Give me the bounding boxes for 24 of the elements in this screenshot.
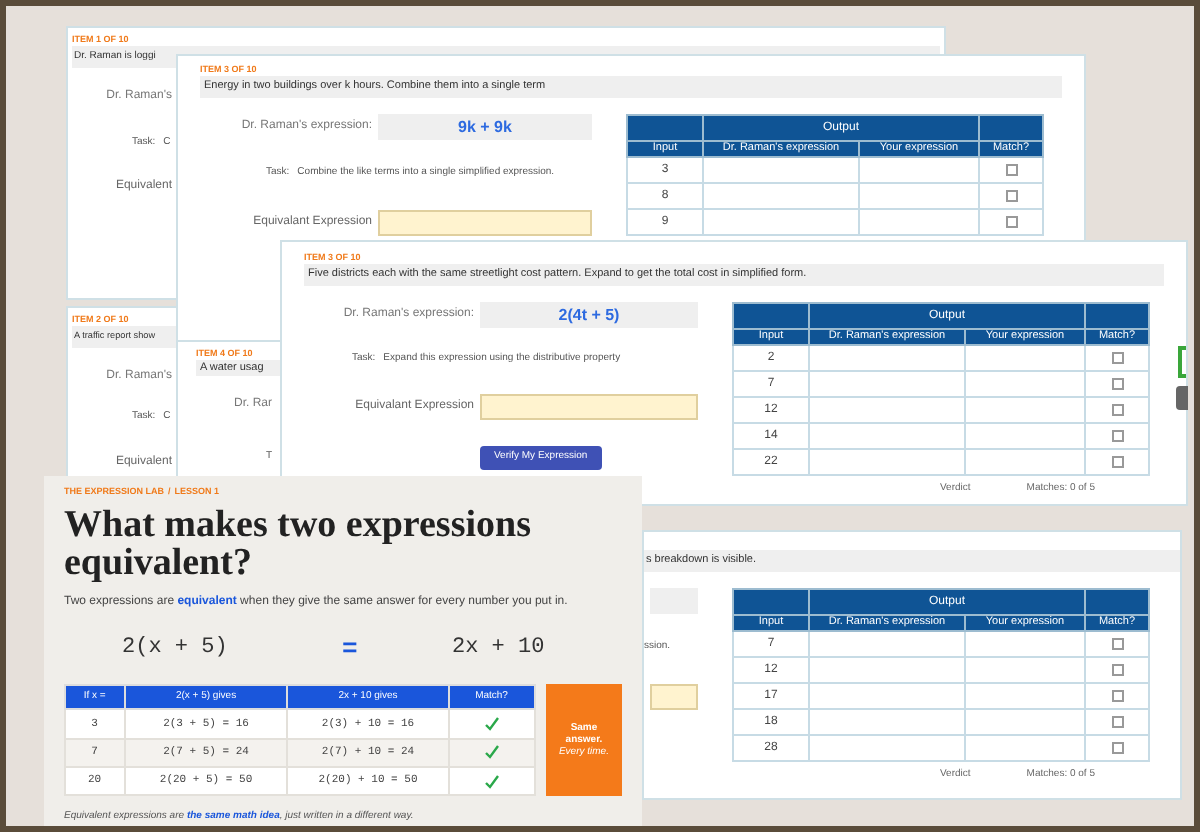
selection-bracket <box>1178 346 1186 378</box>
match-checkbox[interactable] <box>1111 716 1123 728</box>
match-checkbox[interactable] <box>1111 430 1123 442</box>
match-checkbox[interactable] <box>1111 638 1123 650</box>
match-checkbox[interactable] <box>1005 190 1017 202</box>
equation-left: 2(x + 5) <box>122 634 230 665</box>
match-checkbox[interactable] <box>1005 164 1017 176</box>
match-checkbox[interactable] <box>1111 690 1123 702</box>
equals-sign: = <box>342 631 360 668</box>
expression-input[interactable] <box>480 394 698 420</box>
expression-input[interactable] <box>650 684 698 710</box>
expression-input[interactable] <box>378 210 592 236</box>
equation-right: 2x + 10 <box>452 634 545 665</box>
match-checkbox[interactable] <box>1111 456 1123 468</box>
expression-text: 9k + 9k <box>458 115 512 139</box>
match-checkbox[interactable] <box>1111 352 1123 364</box>
match-checkbox[interactable] <box>1005 216 1017 228</box>
match-checkbox[interactable] <box>1111 404 1123 416</box>
lesson-title: What makes two expressions equivalent? <box>64 505 533 582</box>
side-tab[interactable] <box>1176 386 1188 410</box>
match-checkbox[interactable] <box>1111 378 1123 390</box>
match-checkbox[interactable] <box>1111 742 1123 754</box>
expression-text: 2(4t + 5) <box>558 303 620 327</box>
match-checkbox[interactable] <box>1111 664 1123 676</box>
